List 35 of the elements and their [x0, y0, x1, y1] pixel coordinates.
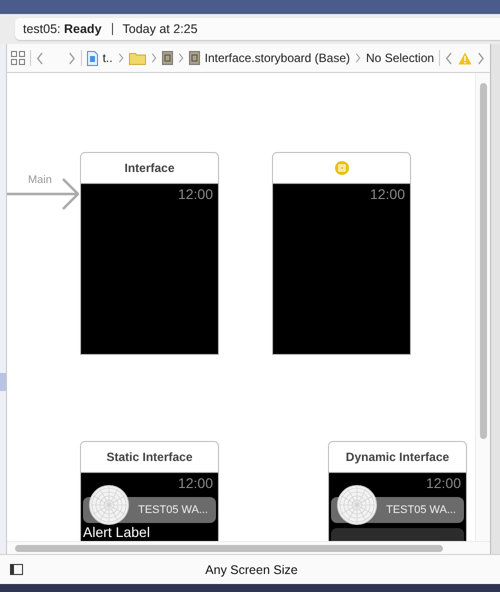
controller-icon	[334, 161, 348, 175]
app-name: TEST05 WA...	[138, 504, 208, 516]
next-issue-button[interactable]	[476, 52, 485, 64]
horizontal-scrollbar[interactable]	[15, 544, 443, 552]
app-name: TEST05 WA...	[386, 504, 456, 516]
entry-label: Main	[28, 174, 52, 186]
clock-time: 12:00	[426, 475, 462, 491]
selected-row	[0, 373, 6, 391]
path-item[interactable]: t..	[102, 51, 113, 65]
clock-time: 12:00	[370, 186, 406, 202]
warning-icon[interactable]	[458, 52, 472, 64]
chevron-icon	[118, 53, 124, 63]
path-item[interactable]: No Selection	[366, 51, 434, 65]
chevron-icon	[355, 53, 362, 63]
build-time: Today at 2:25	[122, 22, 198, 36]
back-button[interactable]	[36, 52, 44, 64]
vertical-scrollbar[interactable]	[480, 83, 486, 439]
sidebar-toggle-icon[interactable]	[10, 564, 23, 575]
chevron-icon	[150, 53, 157, 63]
storyboard-file-icon	[162, 51, 173, 65]
related-items-icon[interactable]	[11, 51, 25, 65]
document-icon	[86, 50, 98, 66]
chevron-icon	[178, 53, 184, 63]
forward-button[interactable]	[68, 52, 76, 64]
entry-arrow	[7, 177, 79, 211]
path-item[interactable]: Interface.storyboard (Base)	[204, 51, 350, 65]
folder-icon	[128, 52, 146, 64]
clock-time: 12:00	[178, 475, 214, 491]
build-status: test05: Ready	[23, 22, 102, 36]
previous-issue-button[interactable]	[445, 52, 453, 64]
clock-time: 12:00	[178, 186, 214, 202]
storyboard-file-icon	[188, 51, 200, 65]
watch-face-icon	[337, 485, 377, 525]
watch-face-icon	[89, 485, 129, 525]
alert-label: Alert Label	[83, 524, 151, 540]
